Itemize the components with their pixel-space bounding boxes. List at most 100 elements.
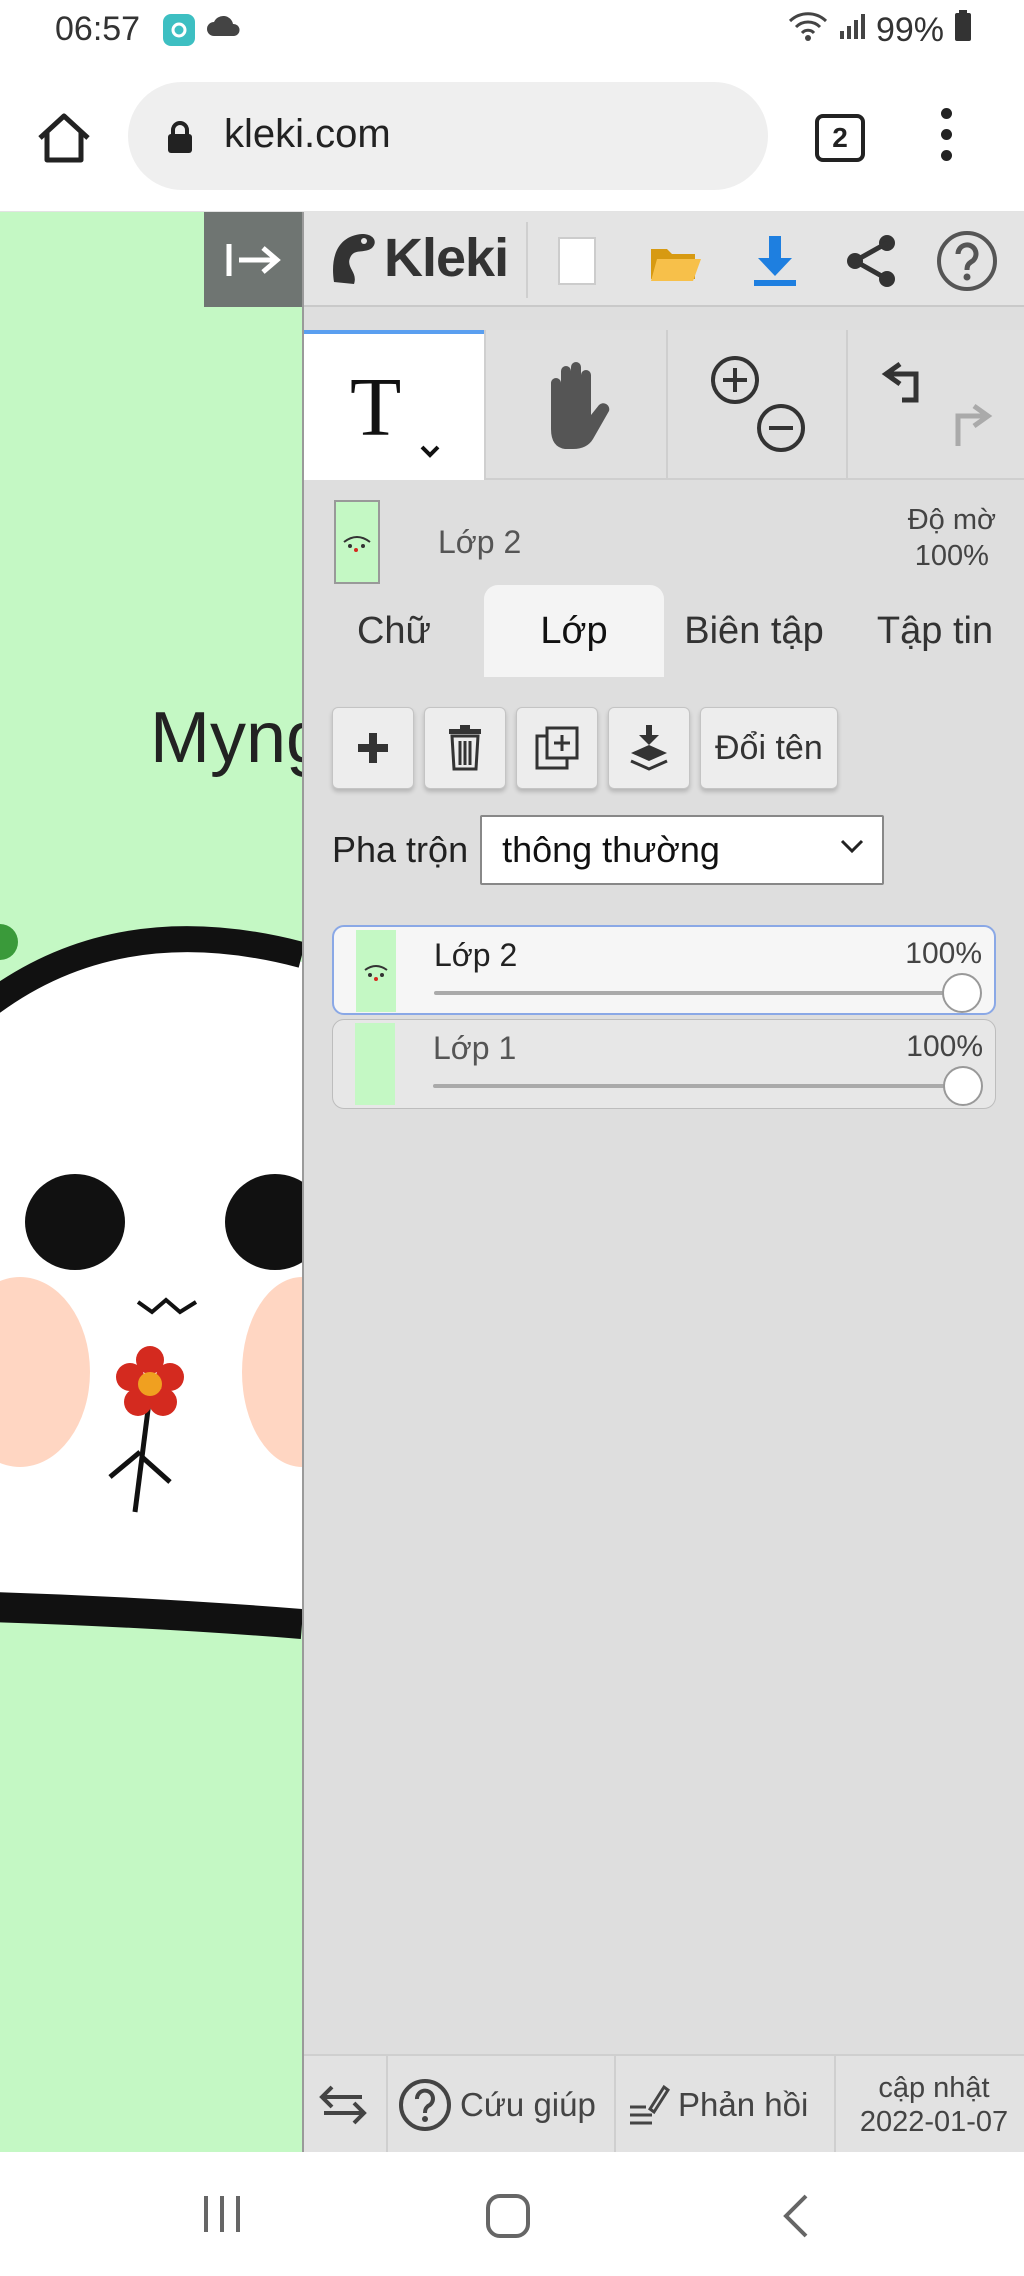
opacity-label: Độ mờ <box>907 504 996 536</box>
hand-tool-button[interactable] <box>486 330 666 480</box>
blend-mode-select[interactable]: thông thường <box>480 815 885 885</box>
redo-icon[interactable] <box>955 403 993 446</box>
layer-name: Lớp 2 <box>434 937 518 973</box>
status-bar: 06:57 99% <box>0 0 1024 62</box>
update-date: 2022-01-07 <box>859 2106 1009 2138</box>
layer-opacity-slider-handle[interactable] <box>942 973 982 1013</box>
blend-mode-value: thông thường <box>502 829 720 870</box>
layer-opacity: 100% <box>906 1030 983 1063</box>
separator <box>834 2056 836 2154</box>
layer-preview-row: Lớp 2 Độ mờ 100% <box>304 480 1024 585</box>
zoom-out-icon[interactable] <box>757 404 805 452</box>
layer-preview-name: Lớp 2 <box>438 524 522 560</box>
separator <box>386 2056 388 2154</box>
share-icon[interactable] <box>836 226 906 296</box>
tab-edit[interactable]: Biên tập <box>664 585 844 677</box>
layer-opacity: 100% <box>905 937 982 970</box>
tool-row: T <box>304 330 1024 480</box>
feedback-label: Phản hồi <box>678 2086 809 2123</box>
layer-opacity-track[interactable] <box>433 1084 959 1088</box>
home-nav-icon[interactable] <box>484 2192 532 2245</box>
canvas-artwork <box>0 924 302 1639</box>
logo-mark-icon <box>333 234 375 284</box>
trash-icon <box>449 725 481 771</box>
blend-mode-label: Pha trộn <box>332 829 469 870</box>
zoom-controls <box>668 330 846 480</box>
layer-name: Lớp 1 <box>433 1030 517 1066</box>
swap-side-button[interactable] <box>318 2056 368 2154</box>
browser-toolbar: kleki.com 2 <box>0 62 1024 212</box>
help-label: Cứu giúp <box>460 2086 596 2123</box>
help-button[interactable]: Cứu giúp <box>398 2056 596 2154</box>
history-controls <box>848 330 1024 480</box>
open-folder-icon[interactable] <box>640 226 710 296</box>
layer-thumbnail <box>356 930 396 1012</box>
feedback-button[interactable]: Phản hồi <box>626 2056 808 2154</box>
duplicate-icon <box>535 726 579 770</box>
battery-percent: 99% <box>875 11 944 49</box>
help-icon[interactable] <box>932 226 1002 296</box>
kleki-logo[interactable]: Kleki <box>324 226 509 290</box>
recent-apps-icon[interactable] <box>200 2192 244 2241</box>
swap-arrows-icon <box>319 2085 367 2125</box>
separator <box>526 222 528 298</box>
undo-icon[interactable] <box>881 361 919 403</box>
system-navigation-bar <box>0 2152 1024 2276</box>
opacity-readout: Độ mờ 100% <box>908 502 996 574</box>
update-label: cập nhật <box>878 2072 990 2104</box>
status-time: 06:57 <box>55 10 141 48</box>
text-tool-icon: T <box>350 361 440 458</box>
logo-text: Kleki <box>384 228 509 288</box>
tab-switcher-button[interactable]: 2 <box>815 114 865 162</box>
new-file-icon[interactable] <box>542 226 612 296</box>
text-tool-button[interactable]: T <box>304 330 484 480</box>
merge-down-icon <box>630 725 668 771</box>
app-notification-icon <box>163 14 195 46</box>
layer-row[interactable]: Lớp 1 100% <box>332 1019 996 1109</box>
panel-footer: Cứu giúp Phản hồi cập nhật 2022-01-07 <box>304 2054 1024 2154</box>
opacity-value: 100% <box>914 540 989 572</box>
collapse-panel-button[interactable] <box>204 212 302 307</box>
layer-row[interactable]: Lớp 2 100% <box>332 925 996 1015</box>
hand-icon <box>551 362 610 449</box>
layer-preview-thumbnail[interactable] <box>334 500 380 584</box>
tab-layers[interactable]: Lớp <box>484 585 664 677</box>
home-icon[interactable] <box>36 112 92 169</box>
cloud-icon <box>206 14 242 43</box>
blend-mode-row: Pha trộn thông thường <box>332 815 885 885</box>
separator <box>614 2056 616 2154</box>
panel-top-bar: Kleki <box>304 212 1024 307</box>
address-bar[interactable]: kleki.com <box>128 82 768 190</box>
update-info[interactable]: cập nhật 2022-01-07 <box>844 2056 1024 2154</box>
merge-down-button[interactable] <box>608 707 690 789</box>
status-right: 99% <box>788 10 972 51</box>
delete-layer-button[interactable] <box>424 707 506 789</box>
svg-text:T: T <box>350 361 401 454</box>
url-text: kleki.com <box>224 112 391 156</box>
duplicate-layer-button[interactable] <box>516 707 598 789</box>
wifi-icon <box>788 11 828 50</box>
chevron-down-icon <box>841 839 864 854</box>
tab-file[interactable]: Tập tin <box>844 585 1024 677</box>
drawing-canvas[interactable]: Myng <box>0 212 302 2152</box>
canvas-text: Myng <box>150 698 302 778</box>
lock-icon <box>166 120 194 159</box>
collapse-arrow-icon <box>226 243 281 276</box>
feedback-pencil-icon <box>630 2084 670 2125</box>
signal-icon <box>838 11 866 50</box>
layer-button-row: Đổi tên <box>332 707 838 789</box>
more-menu-icon[interactable] <box>936 108 956 171</box>
download-icon[interactable] <box>740 226 810 296</box>
plus-icon <box>358 733 388 763</box>
help-circle-icon <box>399 2079 451 2131</box>
tool-panel: Kleki T Lớp 2 Độ mờ 100% Chữ Lớp Biên tậ… <box>302 212 1024 2154</box>
battery-icon <box>954 10 972 51</box>
layer-opacity-slider-handle[interactable] <box>943 1066 983 1106</box>
back-icon[interactable] <box>778 2192 814 2245</box>
layer-opacity-track[interactable] <box>434 991 958 995</box>
rename-layer-button[interactable]: Đổi tên <box>700 707 838 789</box>
panel-tabs: Chữ Lớp Biên tập Tập tin <box>304 585 1024 677</box>
add-layer-button[interactable] <box>332 707 414 789</box>
zoom-in-icon[interactable] <box>711 356 759 404</box>
tab-text[interactable]: Chữ <box>304 585 484 677</box>
